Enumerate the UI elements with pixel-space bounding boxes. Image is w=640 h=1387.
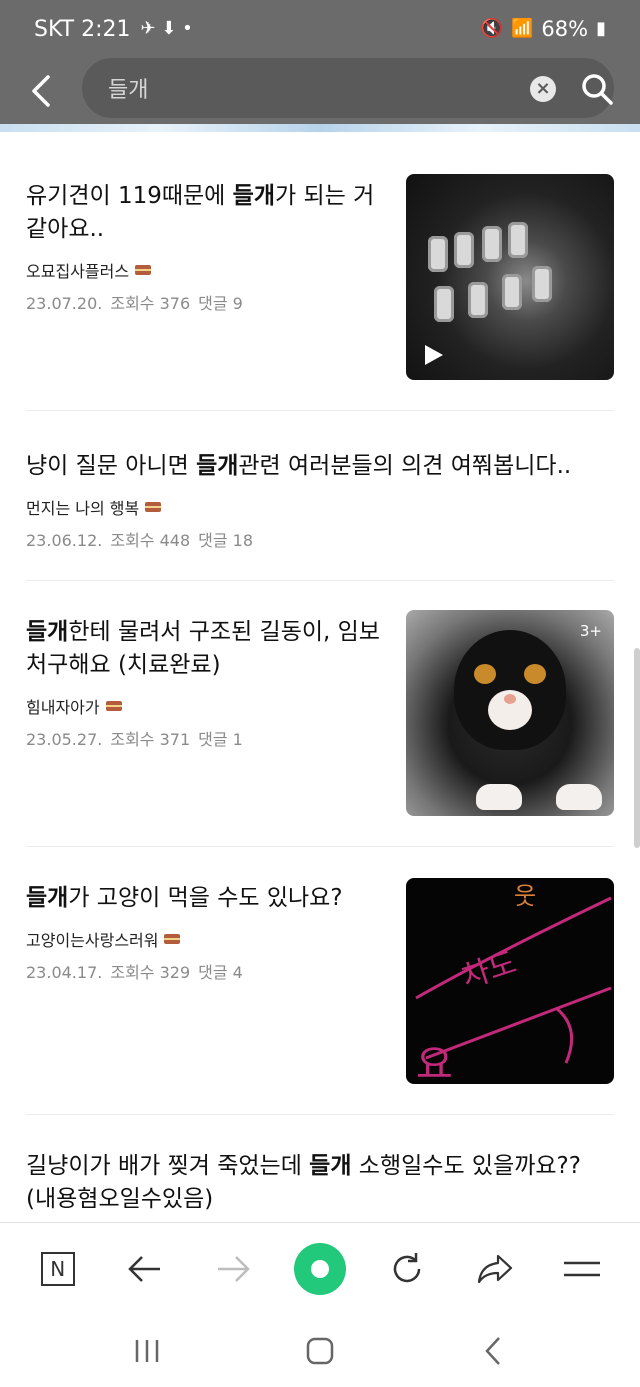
handwritten-drawing: 차도 요 웃 [415,882,612,1084]
forward-nav-button[interactable] [205,1241,261,1297]
svg-text:차도: 차도 [458,945,521,995]
menu-icon [564,1261,601,1276]
list-item[interactable]: 길냥이가 배가 찢겨 죽었는데 들개 소행일수도 있을까요?? (내용혐오일수있… [26,1150,614,1216]
carrier-time: SKT 2:21 [34,16,131,42]
article-thumbnail[interactable] [406,174,614,380]
level-badge-icon [145,502,162,512]
recent-apps-icon [135,1339,158,1362]
list-item[interactable]: 냥이 질문 아니면 들개관련 여러분들의 의견 여쭤봅니다.. 먼지는 나의 행… [26,450,614,551]
svg-text:웃: 웃 [514,882,536,910]
refresh-button[interactable] [379,1241,435,1297]
article-thumbnail[interactable]: 3+ [406,610,614,816]
level-badge-icon [135,265,152,275]
refresh-icon [394,1252,421,1282]
article-title: 들개한테 물려서 구조된 길동이, 임보처구해요 (치료완료) [26,619,380,678]
article-thumbnail[interactable]: 차도 요 웃 [406,878,614,1084]
home-icon [306,1337,334,1364]
article-title: 들개가 고양이 먹을 수도 있나요? [26,885,343,911]
article-title: 냥이 질문 아니면 들개관련 여러분들의 의견 여쭤봅니다.. [26,453,572,479]
article-title: 길냥이가 배가 찢겨 죽었는데 들개 소행일수도 있을까요?? (내용혐오일수있… [26,1153,581,1212]
divider [26,410,614,411]
naver-home-button[interactable]: N [30,1241,86,1297]
back-button[interactable] [0,58,82,124]
image-count-badge: 3+ [579,622,602,640]
menu-button[interactable] [554,1241,610,1297]
list-item[interactable]: 들개한테 물려서 구조된 길동이, 임보처구해요 (치료완료) 힘내자아가 23… [26,610,614,816]
mute-icon: 🔇 [480,18,503,39]
notification-icons: ✈ ⬇ • [140,18,193,39]
level-badge-icon [164,934,181,944]
divider [26,846,614,847]
system-back-button[interactable] [463,1326,523,1376]
search-header: 들개 × [0,58,640,124]
play-icon [425,345,443,365]
home-button[interactable] [290,1326,350,1376]
article-title: 유기견이 119때문에 들개가 되는 거같아요.. [26,183,375,242]
arrow-right-icon [217,1255,250,1282]
scrollbar[interactable] [634,648,640,848]
system-back-icon [485,1336,501,1365]
system-nav-bar [0,1314,640,1387]
search-query: 들개 [108,78,149,103]
battery-percent: 68% [541,17,589,41]
chevron-left-icon [32,75,50,107]
wifi-icon: 📶 [510,18,534,39]
list-item[interactable]: 들개가 고양이 먹을 수도 있나요? 고양이는사랑스러워 23.04.17. 조회… [26,878,614,1084]
svg-text:요: 요 [416,1042,453,1084]
share-button[interactable] [467,1241,523,1297]
status-bar: SKT 2:21 ✈ ⬇ • 🔇 📶 68% ▮ [0,0,640,58]
clear-search-button[interactable]: × [530,76,556,102]
back-nav-button[interactable] [117,1241,173,1297]
naver-logo-icon: N [40,1251,75,1286]
divider [26,580,614,581]
list-item[interactable]: 유기견이 119때문에 들개가 되는 거같아요.. 오묘집사플러스 23.07.… [26,174,614,380]
search-icon[interactable] [580,72,614,106]
green-dot-icon [293,1242,346,1295]
article-author: 먼지는 나의 행복 [26,495,614,519]
header-decoration [0,124,640,132]
article-meta: 23.06.12. 조회수 448 댓글 18 [26,531,254,550]
arrow-left-icon [128,1255,161,1282]
browser-toolbar: N [0,1222,640,1314]
battery-icon: ▮ [596,18,606,39]
divider [26,1114,614,1115]
share-icon [477,1254,512,1283]
green-dot-button[interactable] [292,1241,348,1297]
recent-apps-button[interactable] [117,1326,177,1376]
level-badge-icon [105,701,122,711]
